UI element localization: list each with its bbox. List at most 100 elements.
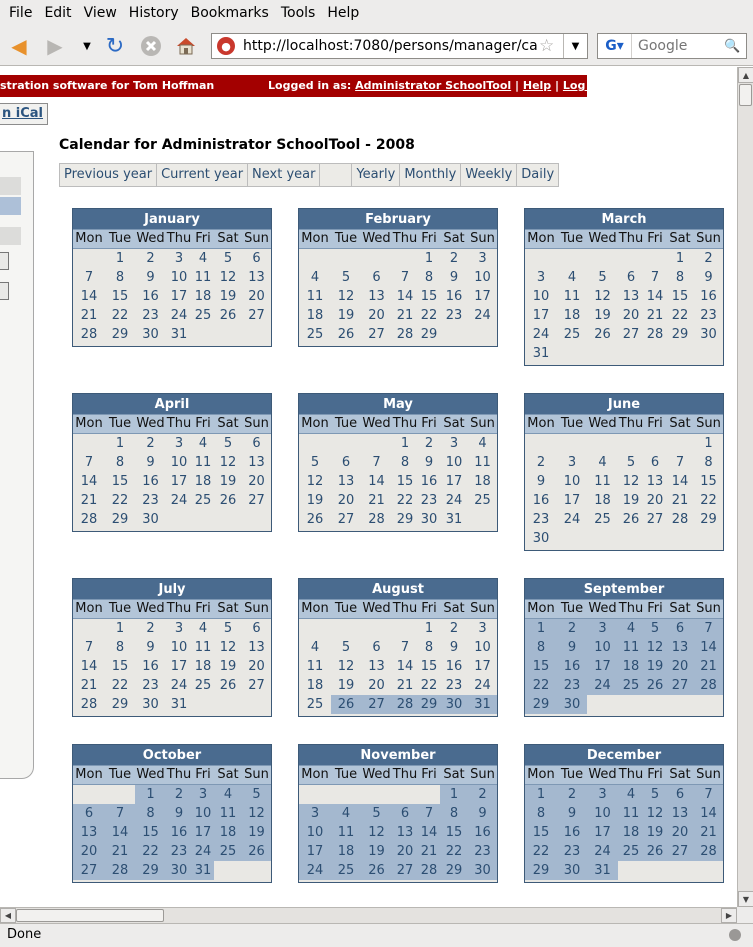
day-cell[interactable]: 26	[361, 861, 392, 880]
day-cell[interactable]: 25	[587, 510, 618, 529]
day-cell[interactable]: 1	[105, 619, 135, 638]
day-cell[interactable]: 31	[192, 861, 214, 880]
day-cell[interactable]: 8	[105, 268, 135, 287]
day-cell[interactable]: 20	[644, 491, 666, 510]
day-cell[interactable]: 11	[192, 268, 214, 287]
day-cell[interactable]: 25	[192, 676, 214, 695]
day-cell[interactable]: 19	[644, 657, 666, 676]
day-cell[interactable]: 6	[73, 804, 105, 823]
day-cell[interactable]: 19	[214, 287, 242, 306]
month-name[interactable]: December	[525, 745, 723, 765]
day-cell[interactable]: 25	[618, 676, 644, 695]
day-cell[interactable]: 15	[105, 472, 135, 491]
day-cell[interactable]: 16	[440, 657, 468, 676]
day-cell[interactable]: 30	[440, 695, 468, 714]
day-cell[interactable]: 18	[331, 842, 361, 861]
day-cell[interactable]: 20	[666, 823, 694, 842]
day-cell[interactable]: 8	[694, 453, 723, 472]
day-cell[interactable]: 27	[361, 695, 392, 714]
day-cell[interactable]: 4	[192, 434, 214, 453]
day-cell[interactable]: 30	[557, 861, 587, 880]
day-cell[interactable]: 17	[557, 491, 587, 510]
day-cell[interactable]: 18	[214, 823, 242, 842]
day-cell[interactable]: 5	[331, 268, 361, 287]
day-cell[interactable]: 3	[468, 249, 497, 268]
day-cell[interactable]: 13	[618, 287, 644, 306]
day-cell[interactable]: 5	[299, 453, 331, 472]
day-cell[interactable]: 10	[166, 453, 192, 472]
day-cell[interactable]: 3	[440, 434, 468, 453]
day-cell[interactable]: 5	[644, 785, 666, 804]
day-cell[interactable]: 22	[105, 491, 135, 510]
day-cell[interactable]: 28	[392, 325, 418, 344]
day-cell[interactable]: 19	[587, 306, 618, 325]
day-cell[interactable]: 26	[618, 510, 644, 529]
day-cell[interactable]: 16	[694, 287, 723, 306]
day-cell[interactable]: 9	[166, 804, 192, 823]
day-cell[interactable]: 26	[644, 842, 666, 861]
day-cell[interactable]: 22	[440, 842, 468, 861]
day-cell[interactable]: 1	[440, 785, 468, 804]
day-cell[interactable]: 10	[587, 638, 618, 657]
day-cell[interactable]: 3	[468, 619, 497, 638]
day-cell[interactable]: 10	[166, 638, 192, 657]
day-cell[interactable]: 8	[105, 638, 135, 657]
day-cell[interactable]: 22	[525, 676, 557, 695]
day-cell[interactable]: 9	[418, 453, 440, 472]
day-cell[interactable]: 7	[73, 453, 105, 472]
day-cell[interactable]: 29	[666, 325, 694, 344]
day-cell[interactable]: 20	[666, 657, 694, 676]
tab-current-year[interactable]: Current year	[157, 164, 249, 186]
day-cell[interactable]: 30	[694, 325, 723, 344]
day-cell[interactable]: 31	[166, 695, 192, 714]
menu-history[interactable]: History	[123, 5, 185, 21]
day-cell[interactable]: 27	[644, 510, 666, 529]
day-cell[interactable]: 8	[440, 804, 468, 823]
day-cell[interactable]: 11	[192, 453, 214, 472]
day-cell[interactable]: 23	[525, 510, 557, 529]
day-cell[interactable]: 19	[644, 823, 666, 842]
scroll-right-arrow-icon[interactable]: ▶	[721, 908, 737, 923]
day-cell[interactable]: 4	[192, 619, 214, 638]
day-cell[interactable]: 26	[214, 491, 242, 510]
side-panel-button[interactable]	[0, 282, 9, 300]
day-cell[interactable]: 29	[525, 861, 557, 880]
day-cell[interactable]: 16	[135, 472, 166, 491]
day-cell[interactable]: 7	[361, 453, 392, 472]
day-cell[interactable]: 1	[525, 785, 557, 804]
day-cell[interactable]: 7	[105, 804, 135, 823]
day-cell[interactable]: 4	[557, 268, 587, 287]
day-cell[interactable]: 20	[618, 306, 644, 325]
day-cell[interactable]: 21	[418, 842, 440, 861]
day-cell[interactable]: 8	[525, 804, 557, 823]
day-cell[interactable]: 19	[299, 491, 331, 510]
menu-tools[interactable]: Tools	[275, 5, 322, 21]
day-cell[interactable]: 20	[331, 491, 361, 510]
logout-link[interactable]: Log Out	[563, 79, 612, 92]
month-name[interactable]: April	[73, 394, 271, 414]
url-bar[interactable]: ● http://localhost:7080/persons/manager/…	[211, 33, 588, 59]
day-cell[interactable]: 23	[694, 306, 723, 325]
back-arrow-icon[interactable]: ◀	[6, 34, 32, 58]
day-cell[interactable]: 22	[418, 306, 440, 325]
day-cell[interactable]: 15	[105, 657, 135, 676]
day-cell[interactable]: 30	[166, 861, 192, 880]
day-cell[interactable]: 25	[192, 306, 214, 325]
day-cell[interactable]: 19	[214, 472, 242, 491]
day-cell[interactable]: 29	[105, 325, 135, 344]
day-cell[interactable]: 9	[440, 638, 468, 657]
day-cell[interactable]: 22	[418, 676, 440, 695]
month-name[interactable]: March	[525, 209, 723, 229]
day-cell[interactable]: 7	[694, 785, 723, 804]
day-cell[interactable]: 12	[214, 268, 242, 287]
menu-edit[interactable]: Edit	[38, 5, 77, 21]
day-cell[interactable]: 12	[331, 287, 361, 306]
day-cell[interactable]: 6	[331, 453, 361, 472]
day-cell[interactable]: 11	[618, 638, 644, 657]
day-cell[interactable]: 2	[440, 249, 468, 268]
day-cell[interactable]: 17	[587, 823, 618, 842]
day-cell[interactable]: 12	[361, 823, 392, 842]
day-cell[interactable]: 8	[135, 804, 166, 823]
day-cell[interactable]: 7	[392, 638, 418, 657]
day-cell[interactable]: 13	[666, 638, 694, 657]
